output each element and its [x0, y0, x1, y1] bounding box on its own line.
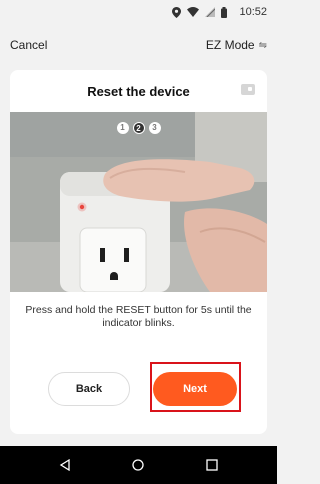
ez-mode-label: EZ Mode — [205, 38, 255, 52]
next-button[interactable]: Next — [153, 372, 237, 406]
reset-illustration: 1 2 3 — [10, 112, 267, 292]
smart-plug-image — [10, 112, 267, 292]
battery-icon — [221, 6, 228, 18]
back-nav-icon[interactable] — [59, 459, 71, 471]
status-time: 10:52 — [239, 6, 267, 18]
reset-card: Reset the device 1 2 3 Press and hold th… — [10, 70, 267, 434]
step-2: 2 — [132, 122, 145, 134]
switch-mode-icon: ⇋ — [258, 39, 267, 51]
step-1: 1 — [116, 122, 129, 134]
step-indicator: 1 2 3 — [10, 122, 267, 134]
page-title: Reset the device — [87, 84, 190, 99]
cancel-button[interactable]: Cancel — [10, 38, 47, 52]
back-button[interactable]: Back — [48, 372, 130, 406]
video-icon[interactable] — [241, 84, 255, 95]
home-nav-icon[interactable] — [132, 459, 145, 471]
system-nav-bar — [0, 446, 277, 484]
step-3: 3 — [148, 122, 161, 134]
location-icon — [172, 6, 182, 18]
ez-mode-switch[interactable]: EZ Mode ⇋ — [206, 38, 267, 52]
wifi-icon — [187, 7, 200, 17]
recents-nav-icon[interactable] — [206, 459, 218, 471]
header: Cancel EZ Mode ⇋ — [0, 34, 277, 58]
signal-icon — [205, 7, 216, 17]
status-bar: 10:52 — [0, 0, 277, 24]
instruction-text: Press and hold the RESET button for 5s u… — [25, 304, 252, 329]
